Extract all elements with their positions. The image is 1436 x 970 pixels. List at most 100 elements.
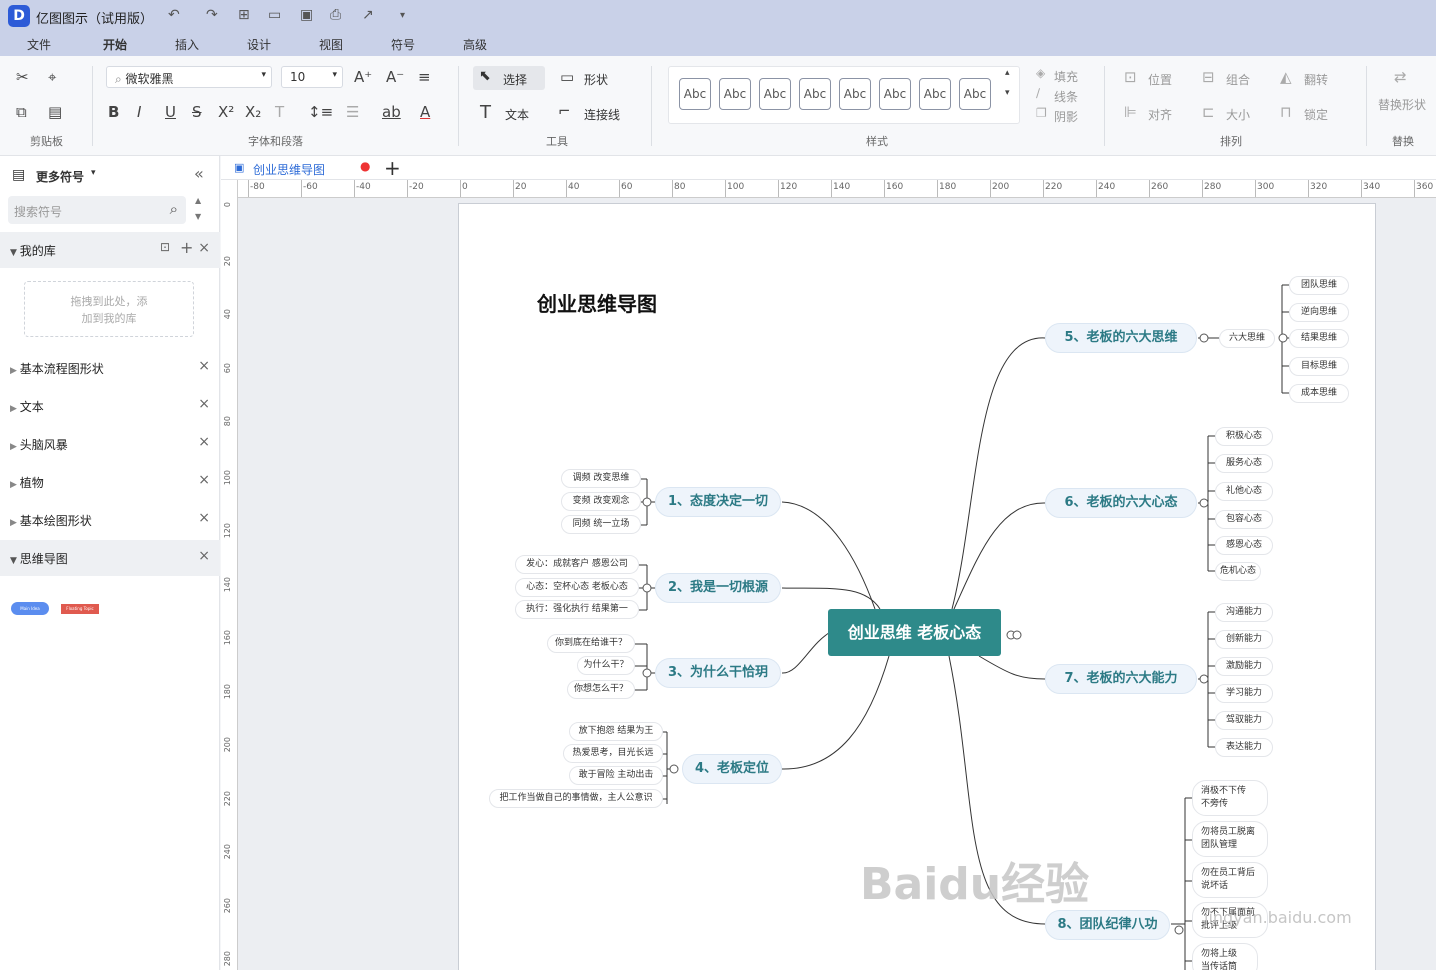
close-icon[interactable]: × [198, 240, 210, 256]
leaf-topic[interactable]: 成本思维 [1289, 384, 1349, 403]
symbol-search-input[interactable]: 搜索符号 ⌕ [8, 196, 186, 224]
font-size-select[interactable]: 10 ▾ [281, 66, 343, 88]
style-preset[interactable]: Abc [759, 78, 791, 110]
scroll-up-icon[interactable]: ▲ [195, 196, 201, 205]
library-item[interactable]: ▶ 文本 × [0, 388, 220, 424]
leaf-topic[interactable]: 心态：空杯心态 老板心态 [515, 578, 639, 597]
branch-topic[interactable]: 4、老板定位 [682, 754, 782, 784]
leaf-topic[interactable]: 团队思维 [1289, 276, 1349, 295]
paste-icon[interactable]: ▤ [48, 103, 62, 121]
leaf-topic[interactable]: 创新能力 [1215, 630, 1273, 649]
branch-topic[interactable]: 7、老板的六大能力 [1045, 664, 1197, 694]
more-symbols-title[interactable]: 更多符号 [36, 168, 84, 185]
add-tab-icon[interactable]: + [384, 156, 401, 180]
leaf-topic[interactable]: 六大思维 [1219, 329, 1275, 348]
text-case-icon[interactable]: T [275, 103, 284, 121]
style-preset[interactable]: Abc [839, 78, 871, 110]
style-preset[interactable]: Abc [679, 78, 711, 110]
replace-shape-icon[interactable]: ⇄ [1394, 68, 1407, 86]
leaf-topic[interactable]: 为什么干？ [577, 656, 635, 675]
style-preset[interactable]: Abc [919, 78, 951, 110]
redo-icon[interactable]: ↷ [206, 7, 218, 23]
close-icon[interactable]: × [198, 472, 210, 488]
menu-home[interactable]: 开始 [103, 36, 127, 53]
my-library-header[interactable]: ▼ 我的库 ⊡ + × [0, 232, 220, 268]
leaf-topic[interactable]: 目标思维 [1289, 357, 1349, 376]
shadow-icon[interactable]: ❐ [1036, 106, 1047, 120]
shape-icon[interactable]: ▭ [560, 68, 574, 86]
text-color-icon[interactable]: A [420, 103, 430, 121]
align-objects-icon[interactable]: ⊫ [1124, 103, 1137, 121]
leaf-topic[interactable]: 表达能力 [1215, 738, 1273, 757]
mindmap-title[interactable]: 创业思维导图 [537, 288, 657, 317]
flip-icon[interactable]: ◭ [1280, 68, 1292, 86]
replace-shape-label[interactable]: 替换形状 [1378, 96, 1426, 113]
print-icon[interactable]: ⎙ [330, 7, 341, 23]
leaf-topic[interactable]: 你想怎么干？ [567, 680, 635, 699]
select-tool-button[interactable]: ⬉ 选择 [473, 66, 545, 90]
line-spacing-icon[interactable]: ↕≡ [308, 103, 333, 121]
import-icon[interactable]: ⊡ [160, 240, 170, 254]
menu-insert[interactable]: 插入 [175, 36, 199, 53]
leaf-topic[interactable]: 热爱思考，目光长远 [563, 744, 663, 763]
style-preset[interactable]: Abc [799, 78, 831, 110]
group-label[interactable]: 组合 [1226, 71, 1250, 88]
superscript-icon[interactable]: X² [218, 103, 234, 121]
underline-icon[interactable]: U [165, 103, 176, 121]
leaf-topic[interactable]: 勿将员工脱离 团队管理 [1192, 821, 1268, 857]
lock-icon[interactable]: ⊓ [1280, 103, 1292, 121]
branch-topic[interactable]: 3、为什么干恰玥 [655, 658, 781, 688]
style-preset[interactable]: Abc [959, 78, 991, 110]
fill-icon[interactable]: ◈ [1036, 66, 1045, 80]
leaf-topic[interactable]: 变频 改变观念 [561, 492, 641, 511]
canvas-area[interactable]: 创业思维导图 创业思维 老板心态 1、态度决定一切 调频 改变思维 变频 改变观… [238, 198, 1436, 970]
shadow-label[interactable]: 阴影 [1054, 108, 1078, 125]
gallery-down-icon[interactable]: ▾ [1005, 88, 1010, 98]
menu-file[interactable]: 文件 [27, 36, 51, 53]
line-icon[interactable]: ∕ [1036, 86, 1040, 100]
leaf-topic[interactable]: 勿在员工背后 说坏话 [1192, 862, 1268, 898]
shape-label[interactable]: 形状 [584, 71, 608, 88]
close-icon[interactable]: × [198, 396, 210, 412]
close-icon[interactable]: × [198, 548, 210, 564]
shrink-font-icon[interactable]: A⁻ [386, 68, 404, 86]
fill-label[interactable]: 填充 [1054, 68, 1078, 85]
menu-advanced[interactable]: 高级 [463, 36, 487, 53]
branch-topic[interactable]: 2、我是一切根源 [655, 573, 781, 603]
library-item[interactable]: ▶ 基本流程图形状 × [0, 350, 220, 386]
leaf-topic[interactable]: 消极不下传 不旁传 [1192, 780, 1268, 816]
leaf-topic[interactable]: 把工作当做自己的事情做，主人公意识 [489, 789, 663, 808]
strikethrough-icon[interactable]: S [192, 103, 202, 121]
leaf-topic[interactable]: 服务心态 [1215, 454, 1273, 473]
library-item[interactable]: ▶ 基本绘图形状 × [0, 502, 220, 538]
grow-font-icon[interactable]: A⁺ [354, 68, 372, 86]
leaf-topic[interactable]: 感恩心态 [1215, 536, 1273, 555]
font-family-select[interactable]: ⌕ 微软雅黑 ▾ [106, 66, 272, 88]
open-folder-icon[interactable]: ▭ [268, 7, 281, 23]
export-icon[interactable]: ↗ [362, 7, 374, 23]
connector-icon[interactable]: ⌐ [558, 102, 571, 120]
branch-topic[interactable]: 6、老板的六大心态 [1045, 488, 1197, 518]
search-icon[interactable]: ⌕ [170, 200, 178, 218]
font-color-icon[interactable]: ab [382, 103, 401, 121]
leaf-topic[interactable]: 激励能力 [1215, 657, 1273, 676]
copy-icon[interactable]: ⧉ [16, 103, 27, 121]
menu-symbols[interactable]: 符号 [391, 36, 415, 53]
add-icon[interactable]: + [180, 238, 193, 257]
bold-icon[interactable]: B [108, 103, 119, 121]
leaf-topic[interactable]: 包容心态 [1215, 510, 1273, 529]
leaf-topic[interactable]: 逆向思维 [1289, 303, 1349, 322]
undo-icon[interactable]: ↶ [168, 7, 180, 23]
leaf-topic[interactable]: 敢于冒险 主动出击 [569, 766, 663, 785]
italic-icon[interactable]: I [137, 103, 141, 121]
leaf-topic[interactable]: 同频 统一立场 [561, 515, 641, 534]
lock-label[interactable]: 锁定 [1304, 106, 1328, 123]
gallery-up-icon[interactable]: ▴ [1005, 68, 1010, 78]
subscript-icon[interactable]: X₂ [245, 103, 261, 121]
size-icon[interactable]: ⊏ [1202, 103, 1215, 121]
group-icon[interactable]: ⊟ [1202, 68, 1215, 86]
style-preset[interactable]: Abc [879, 78, 911, 110]
branch-topic[interactable]: 8、团队纪律八功 [1045, 910, 1170, 940]
library-item[interactable]: ▶ 植物 × [0, 464, 220, 500]
leaf-topic[interactable]: 结果思维 [1289, 329, 1349, 348]
